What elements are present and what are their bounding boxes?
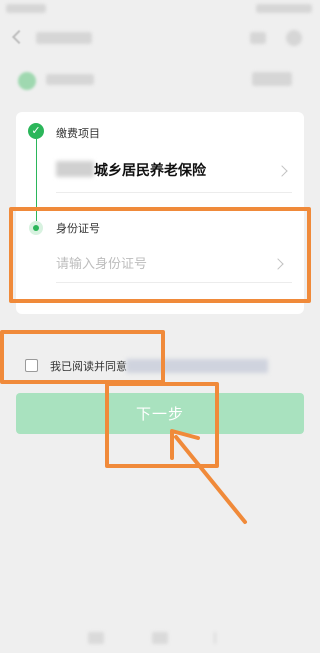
- next-button-highlight-box: [105, 382, 219, 468]
- bottom-icon-2: [152, 632, 168, 644]
- back-icon[interactable]: [10, 30, 24, 44]
- id-field-highlight-box: [9, 207, 311, 303]
- info-row: [0, 62, 320, 98]
- bottom-icon-3: [214, 632, 216, 644]
- info-icon: [18, 72, 36, 90]
- payment-item-selector[interactable]: 城乡居民养老保险: [56, 155, 292, 185]
- chevron-right-icon: [276, 165, 288, 177]
- nav-bar: [0, 18, 320, 62]
- region-prefix-blur: [56, 161, 94, 177]
- status-time-blur: [6, 4, 46, 13]
- payment-item-label: 缴费项目: [56, 127, 100, 140]
- bottom-bar: [0, 620, 320, 653]
- nav-more-blur[interactable]: [286, 30, 302, 46]
- agreement-highlight-box: [0, 330, 165, 384]
- status-icons-blur: [256, 4, 312, 13]
- check-icon: ✓: [28, 123, 44, 139]
- nav-action-blur[interactable]: [250, 32, 266, 44]
- payment-item-value: 城乡居民养老保险: [94, 163, 206, 179]
- bottom-icon-1: [88, 632, 104, 644]
- info-text-blur: [46, 74, 94, 85]
- nav-title-blur: [36, 32, 92, 44]
- divider: [56, 192, 292, 193]
- status-bar: [0, 0, 320, 18]
- info-action-blur[interactable]: [252, 72, 292, 86]
